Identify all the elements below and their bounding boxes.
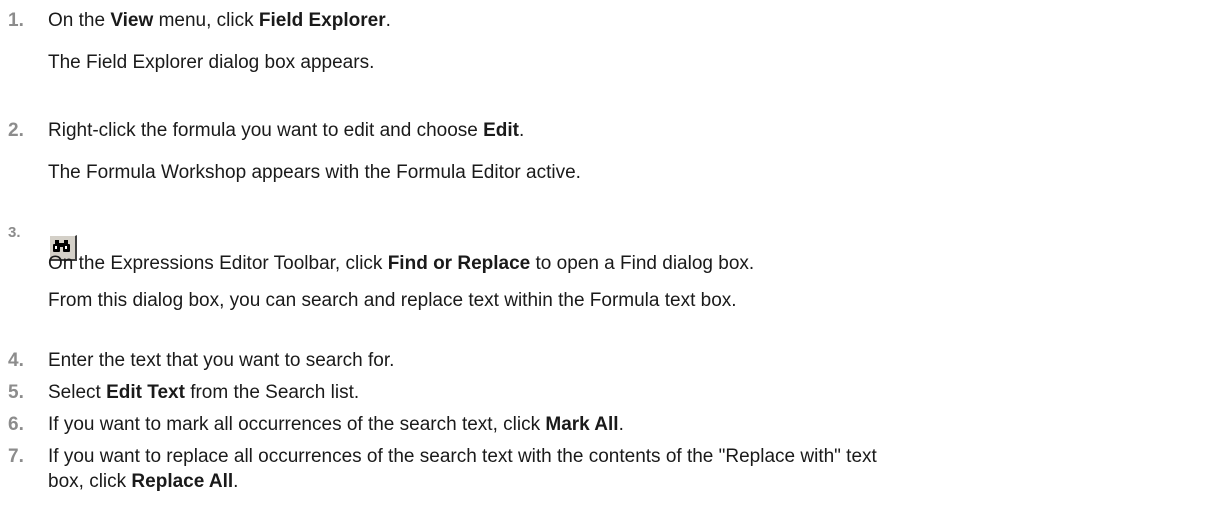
step-3-text: On the Expressions Editor Toolbar, click… <box>48 253 755 274</box>
step-1-text: On the View menu, click Field Explorer. <box>48 10 391 31</box>
step-number-3: 3. <box>8 224 21 241</box>
step-4-text: Enter the text that you want to search f… <box>48 350 395 371</box>
step-1-note: The Field Explorer dialog box appears. <box>48 52 375 73</box>
view-menu-term: View <box>110 10 154 31</box>
step-number-7: 7. <box>8 446 24 467</box>
step-number-1: 1. <box>8 10 24 31</box>
edit-term: Edit <box>483 120 520 141</box>
step-3-note: From this dialog box, you can search and… <box>48 290 737 311</box>
mark-all-term: Mark All <box>545 414 619 435</box>
procedure-document: 1. On the View menu, click Field Explore… <box>0 0 1217 508</box>
step-6-text: If you want to mark all occurrences of t… <box>48 414 624 435</box>
find-or-replace-term: Find or Replace <box>387 253 531 274</box>
replace-all-term: Replace All <box>131 471 234 492</box>
step-7-text-line2: box, click Replace All. <box>48 471 239 492</box>
step-7-text-line1: If you want to replace all occurrences o… <box>48 446 877 467</box>
step-2-text: Right-click the formula you want to edit… <box>48 120 525 141</box>
field-explorer-term: Field Explorer <box>258 10 386 31</box>
step-number-5: 5. <box>8 382 24 403</box>
step-number-2: 2. <box>8 120 24 141</box>
step-5-text: Select Edit Text from the Search list. <box>48 382 360 403</box>
step-2-note: The Formula Workshop appears with the Fo… <box>48 162 581 183</box>
edit-text-term: Edit Text <box>106 382 185 403</box>
step-number-4: 4. <box>8 350 24 371</box>
step-number-6: 6. <box>8 414 24 435</box>
